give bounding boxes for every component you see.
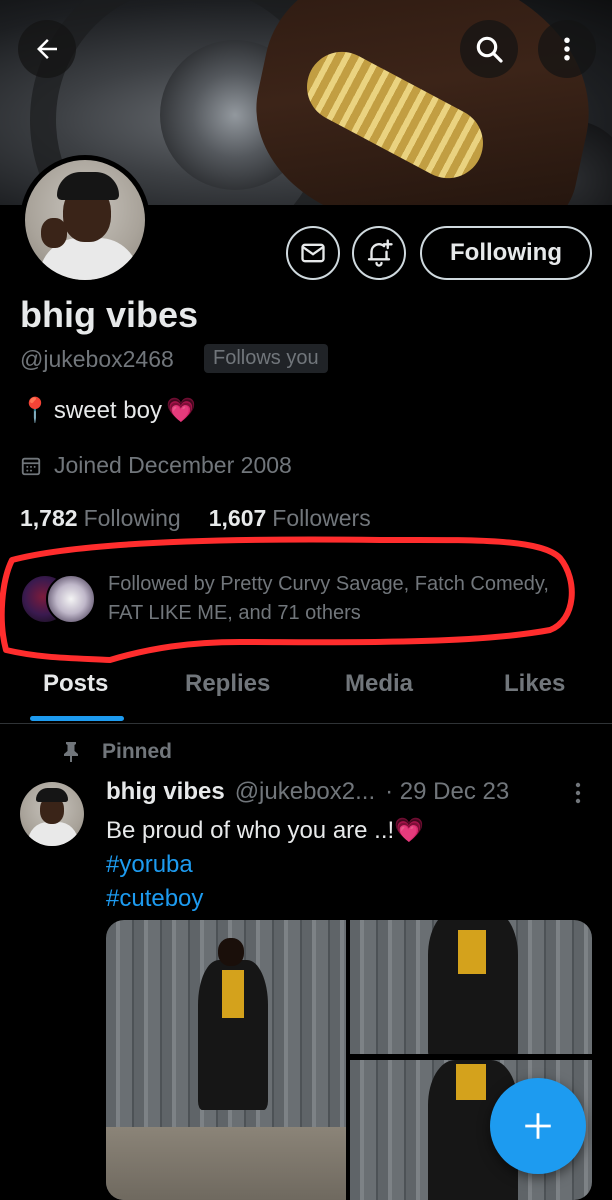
followed-by-text: Followed by Pretty Curvy Savage, Fatch C…: [108, 573, 549, 624]
profile-bio: 📍 sweet boy 💗: [20, 396, 196, 425]
following-stat[interactable]: 1,782 Following: [20, 505, 181, 532]
followers-stat[interactable]: 1,607 Followers: [209, 505, 371, 532]
avatar-hand: [41, 218, 67, 248]
followers-label: Followers: [272, 505, 371, 531]
profile-handle: @jukebox2468: [20, 346, 174, 372]
calendar-icon: [21, 457, 41, 475]
tab-replies[interactable]: Replies: [185, 670, 270, 698]
active-tab-indicator: [30, 716, 124, 721]
avatar-cap: [57, 172, 119, 200]
hashtag-link[interactable]: #cuteboy: [106, 882, 424, 916]
image-ground: [106, 1127, 346, 1200]
post-more-button[interactable]: [568, 780, 588, 811]
pin-emoji: 📍: [20, 397, 50, 424]
message-button[interactable]: [286, 226, 340, 280]
mail-icon: [301, 243, 325, 263]
image-embroidery: [222, 970, 244, 1018]
post-date[interactable]: · 29 Dec 23: [385, 778, 509, 806]
image-embroidery: [456, 1064, 486, 1100]
bell-plus-icon: [367, 239, 393, 267]
plus-icon: [525, 1113, 551, 1139]
post-author-name[interactable]: bhig vibes: [106, 778, 225, 806]
tab-posts[interactable]: Posts: [43, 670, 108, 698]
following-button[interactable]: Following: [420, 226, 592, 280]
compose-button[interactable]: [490, 1078, 586, 1174]
more-button[interactable]: [538, 20, 596, 78]
notifications-button[interactable]: [352, 226, 406, 280]
profile-avatar[interactable]: [20, 155, 150, 285]
more-vertical-icon: [564, 37, 570, 61]
image-embroidery: [458, 930, 486, 974]
post-body: Be proud of who you are ..!💗 #yoruba #cu…: [106, 814, 424, 916]
following-count: 1,782: [20, 505, 78, 531]
tab-likes[interactable]: Likes: [504, 670, 565, 698]
follows-you-badge: Follows you: [204, 344, 328, 373]
post-author-handle[interactable]: @jukebox2...: [235, 778, 375, 806]
follow-stats: 1,782 Following 1,607 Followers: [20, 505, 371, 532]
search-icon: [476, 36, 503, 63]
profile-tabs: Posts Replies Media Likes: [0, 660, 612, 724]
image-head: [218, 938, 244, 966]
avatar-shirt: [28, 822, 78, 846]
profile-name: bhig vibes: [20, 294, 199, 335]
more-vertical-icon: [575, 782, 581, 804]
avatar-cap: [36, 788, 68, 802]
tab-media[interactable]: Media: [345, 670, 413, 698]
following-label: Following: [83, 505, 181, 531]
post-header: bhig vibes @jukebox2... · 29 Dec 23: [106, 778, 509, 806]
joined-date: Joined December 2008: [20, 452, 292, 479]
pinned-text: Pinned: [102, 740, 173, 763]
post-image[interactable]: [106, 920, 346, 1200]
followed-by-row[interactable]: Followed by Pretty Curvy Savage, Fatch C…: [20, 570, 580, 628]
heart-emoji: 💗: [165, 397, 196, 424]
post-image[interactable]: [350, 920, 592, 1054]
pinned-label: Pinned: [62, 740, 172, 764]
joined-text: Joined December 2008: [54, 452, 292, 478]
post-text: Be proud of who you are ..!💗: [106, 817, 425, 844]
followed-by-avatars: [20, 570, 96, 626]
back-button[interactable]: [18, 20, 76, 78]
bio-text: sweet boy: [53, 396, 162, 424]
pin-icon: [64, 742, 78, 762]
hashtag-link[interactable]: #yoruba: [106, 848, 424, 882]
arrow-left-icon: [37, 39, 57, 59]
post-author-avatar[interactable]: [20, 782, 84, 846]
followers-count: 1,607: [208, 505, 267, 531]
search-button[interactable]: [460, 20, 518, 78]
mini-avatar: [46, 574, 96, 624]
